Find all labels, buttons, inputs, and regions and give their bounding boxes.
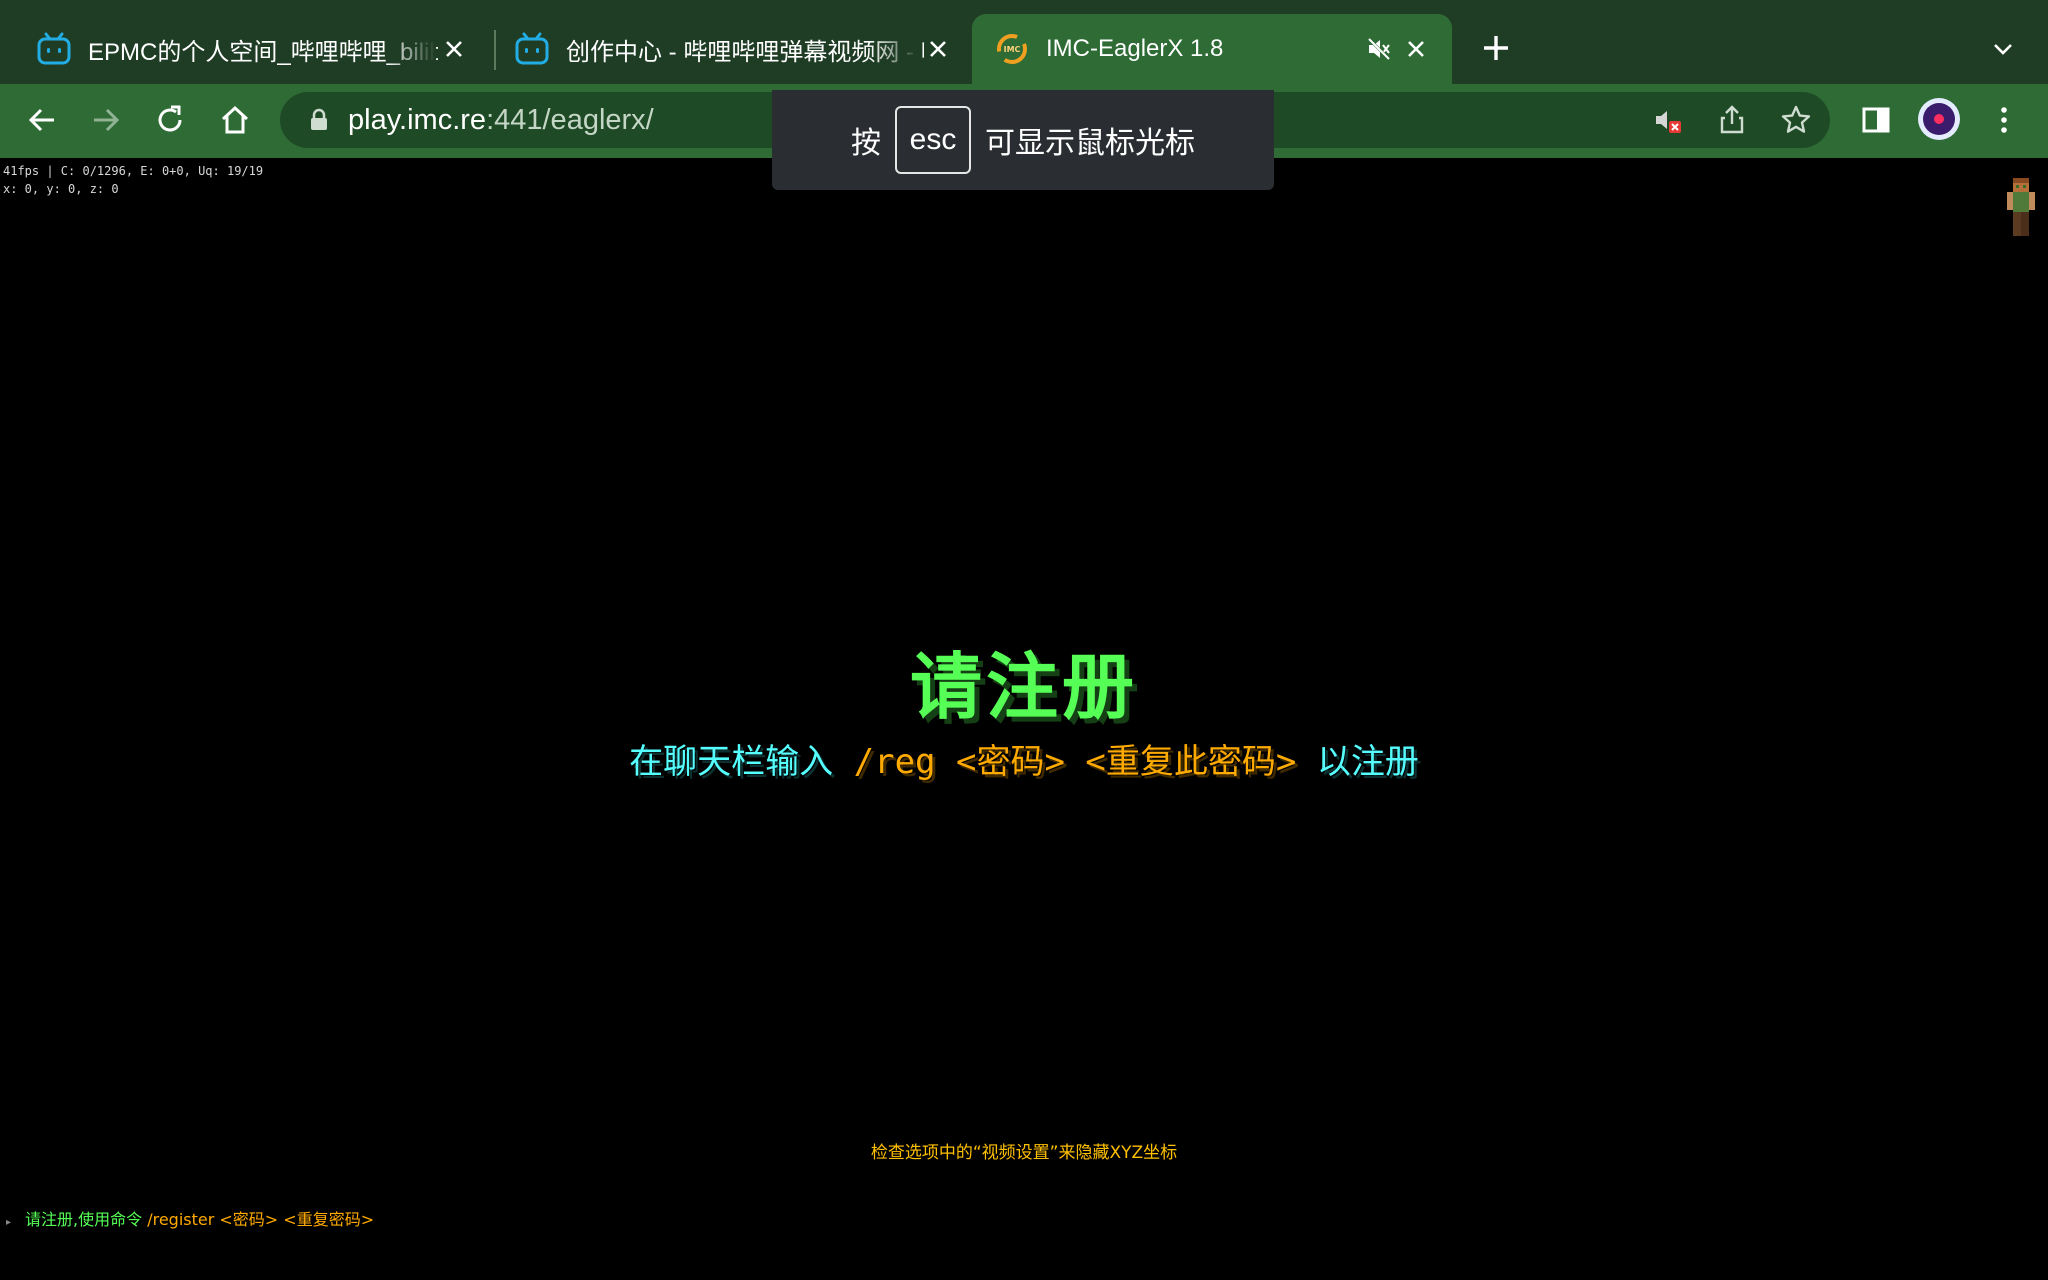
instruction-prefix: 在聊天栏输入 (629, 742, 854, 782)
tab-separator (494, 30, 496, 70)
svg-text:IMC: IMC (1004, 45, 1021, 54)
chat-message: ▸ 请注册,使用命令 /register <密码> <重复密码> (6, 1206, 374, 1230)
forward-button[interactable] (86, 100, 126, 140)
back-button[interactable] (22, 100, 62, 140)
back-arrow-icon (28, 108, 54, 132)
imc-favicon: IMC (997, 34, 1027, 64)
debug-overlay: 41fps | C: 0/1296, E: 0+0, Uq: 19/19 x: 0… (3, 162, 263, 198)
tab-imc-eaglerx[interactable]: IMC IMC-EaglerX 1.8 (972, 14, 1452, 84)
url-host: play.imc.re (348, 104, 487, 136)
player-skin-icon (2007, 178, 2035, 236)
debug-line-2: x: 0, y: 0, z: 0 (3, 182, 119, 196)
bilibili-icon (37, 32, 71, 65)
reload-icon (158, 105, 182, 132)
share-icon[interactable] (1716, 104, 1748, 136)
avatar-inner (1923, 103, 1955, 135)
xyz-hint-text: 检查选项中的“视频设置”来隐藏XYZ坐标 (870, 1143, 1178, 1163)
notice-suffix: 可显示鼠标光标 (985, 127, 1195, 160)
chat-command: /register <密码> <重复密码> (147, 1210, 375, 1229)
instruction-command: /reg <密码> <重复此密码> (853, 742, 1297, 782)
tab-fade (870, 14, 920, 84)
kebab-menu-icon (2001, 107, 2007, 133)
home-button[interactable] (215, 100, 255, 140)
notice-prefix: 按 (851, 127, 881, 160)
register-instruction: 在聊天栏输入 /reg <密码> <重复此密码> 以注册 (0, 734, 2048, 783)
close-tab-icon[interactable] (438, 33, 470, 65)
tab-epmc-space[interactable]: EPMC的个人空间_哔哩哔哩_bilibili (36, 14, 480, 84)
bookmark-star-icon[interactable] (1780, 104, 1812, 136)
browser-menu-button[interactable] (1984, 100, 2024, 140)
register-title: 请注册 (909, 645, 1138, 729)
reload-button[interactable] (150, 100, 190, 140)
side-panel-button[interactable] (1856, 100, 1896, 140)
muted-speaker-icon[interactable] (1366, 36, 1392, 62)
chat-text: 请注册,使用命令 (25, 1210, 148, 1229)
sound-blocked-icon[interactable] (1652, 104, 1684, 136)
url-path: :441/eaglerx/ (486, 104, 654, 136)
esc-key: esc (895, 106, 971, 174)
tab-creator-center[interactable]: 创作中心 - 哔哩哔哩弹幕视频网 - 哔哩哔哩 (514, 14, 964, 84)
tab-title: IMC-EaglerX 1.8 (1046, 35, 1224, 62)
tab-fade (386, 14, 436, 84)
close-tab-icon[interactable] (1400, 33, 1432, 65)
forward-arrow-icon (94, 108, 120, 132)
tab-search-chevron-icon[interactable] (1988, 34, 2018, 64)
url-text[interactable]: play.imc.re:441/eaglerx/ (348, 104, 654, 137)
new-tab-plus-icon[interactable] (1478, 30, 1514, 66)
avatar-dot (1934, 114, 1944, 124)
close-tab-icon[interactable] (922, 33, 954, 65)
tab-strip: EPMC的个人空间_哔哩哔哩_bilibili 创作中心 - 哔哩哔哩弹幕视频网… (0, 0, 2048, 84)
lock-icon[interactable] (308, 108, 330, 132)
profile-avatar[interactable] (1918, 98, 1960, 140)
home-icon (221, 105, 249, 134)
bilibili-icon (515, 32, 549, 65)
debug-line-1: 41fps | C: 0/1296, E: 0+0, Uq: 19/19 (3, 164, 264, 178)
esc-pointer-lock-notice: 按 esc 可显示鼠标光标 (772, 90, 1274, 190)
chat-arrow-icon: ▸ (6, 1217, 12, 1228)
instruction-suffix: 以注册 (1296, 742, 1419, 782)
side-panel-icon (1862, 107, 1890, 133)
